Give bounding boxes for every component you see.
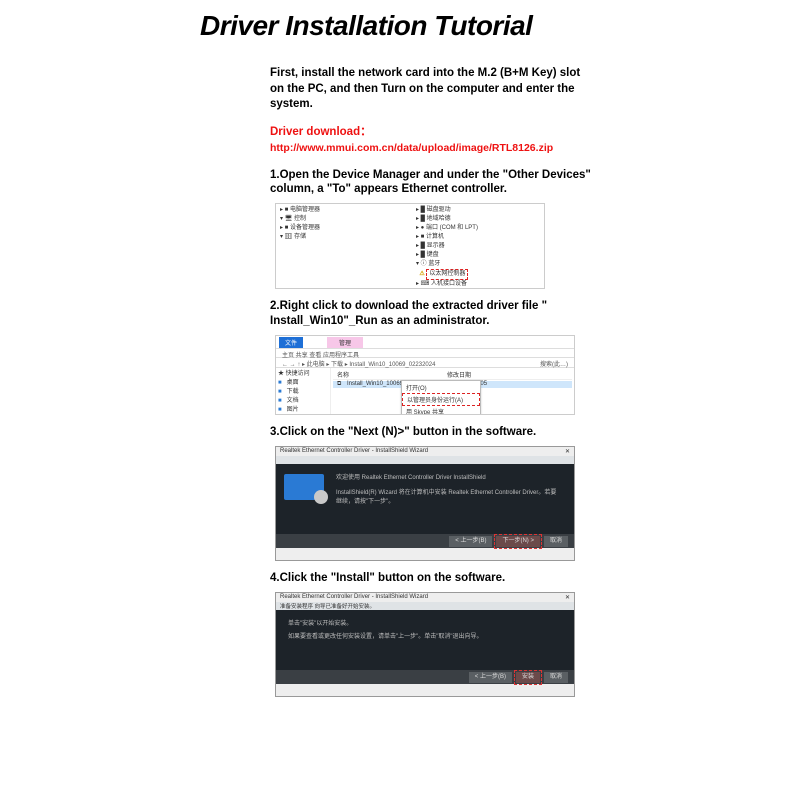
installer-body1: 单击"安装"以开始安装。 — [288, 620, 562, 629]
screenshot-device-manager: ▸ ■ 电脑管理器▾ 🖥 控制▸ ■ 设备管理器▾ 🗄 存储 ▸ █ 磁盘驱动▸… — [275, 203, 545, 289]
intro-text: First, install the network card into the… — [270, 66, 590, 113]
ethernet-controller-unknown: 以太网控制器 — [426, 269, 468, 280]
col-date: 修改日期 — [443, 370, 475, 379]
menu-item: 用 Skype 共享 — [402, 406, 480, 415]
sidebar-item: ■ 下载 — [278, 388, 328, 397]
step4-text: 4.Click the "Install" button on the soft… — [270, 571, 600, 586]
installer-logo-icon — [284, 474, 324, 500]
screenshot-installer-install: Realtek Ethernet Controller Driver - Ins… — [275, 592, 575, 697]
explorer-ribbon: 主页 共享 查看 应用程序工具 — [276, 348, 574, 358]
page-title: Driver Installation Tutorial — [200, 10, 660, 42]
download-link[interactable]: http://www.mmui.com.cn/data/upload/image… — [270, 142, 660, 154]
col-name: 名称 — [333, 370, 443, 379]
installer-heading: 欢迎使用 Realtek Ethernet Controller Driver … — [336, 474, 562, 483]
menu-item: 打开(O) — [402, 382, 480, 393]
explorer-tab-file: 文件 — [279, 337, 303, 348]
explorer-tab-manage: 管理 — [327, 337, 363, 348]
installer-body2: 如果要查看或更改任何安装设置，请单击"上一步"。单击"取消"退出向导。 — [288, 633, 562, 642]
context-menu: 打开(O)以管理员身份运行(A)用 Skype 共享 — [401, 380, 481, 415]
installer-button: < 上一步(B) — [449, 536, 492, 547]
installer-button: 取消 — [544, 536, 568, 547]
close-icon: ✕ — [565, 448, 570, 455]
sidebar-item: ★ 快捷访问 — [278, 370, 328, 379]
explorer-search-hint: 搜索(此…) — [540, 359, 568, 368]
download-label: Driver download： — [270, 123, 660, 139]
installer-title: Realtek Ethernet Controller Driver - Ins… — [280, 448, 428, 455]
step3-text: 3.Click on the "Next (N)>" button in the… — [270, 425, 600, 440]
sidebar-item: ■ 文档 — [278, 397, 328, 406]
close-icon: ✕ — [565, 594, 570, 601]
installer-button: 下一步(N) > — [496, 536, 540, 547]
installer-subhead: 准备安装程序 向导已准备好开始安装。 — [276, 602, 574, 610]
sidebar-item: ■ 图片 — [278, 406, 328, 415]
installer-body: InstallShield(R) Wizard 将在计算机中安装 Realtek… — [336, 489, 562, 507]
menu-item: 以管理员身份运行(A) — [402, 393, 480, 406]
installer-button: 安装 — [516, 672, 540, 683]
installer-button: < 上一步(B) — [469, 672, 512, 683]
step2-text: 2.Right click to download the extracted … — [270, 299, 600, 329]
installer-button: 取消 — [544, 672, 568, 683]
installer-title: Realtek Ethernet Controller Driver - Ins… — [280, 594, 428, 601]
screenshot-installer-next: Realtek Ethernet Controller Driver - Ins… — [275, 446, 575, 561]
sidebar-item: ■ 桌面 — [278, 379, 328, 388]
step1-text: 1.Open the Device Manager and under the … — [270, 168, 600, 198]
screenshot-file-explorer: 文件 管理 主页 共享 查看 应用程序工具 ← → ↑ ▸ 此电脑 ▸ 下载 ▸… — [275, 335, 575, 415]
